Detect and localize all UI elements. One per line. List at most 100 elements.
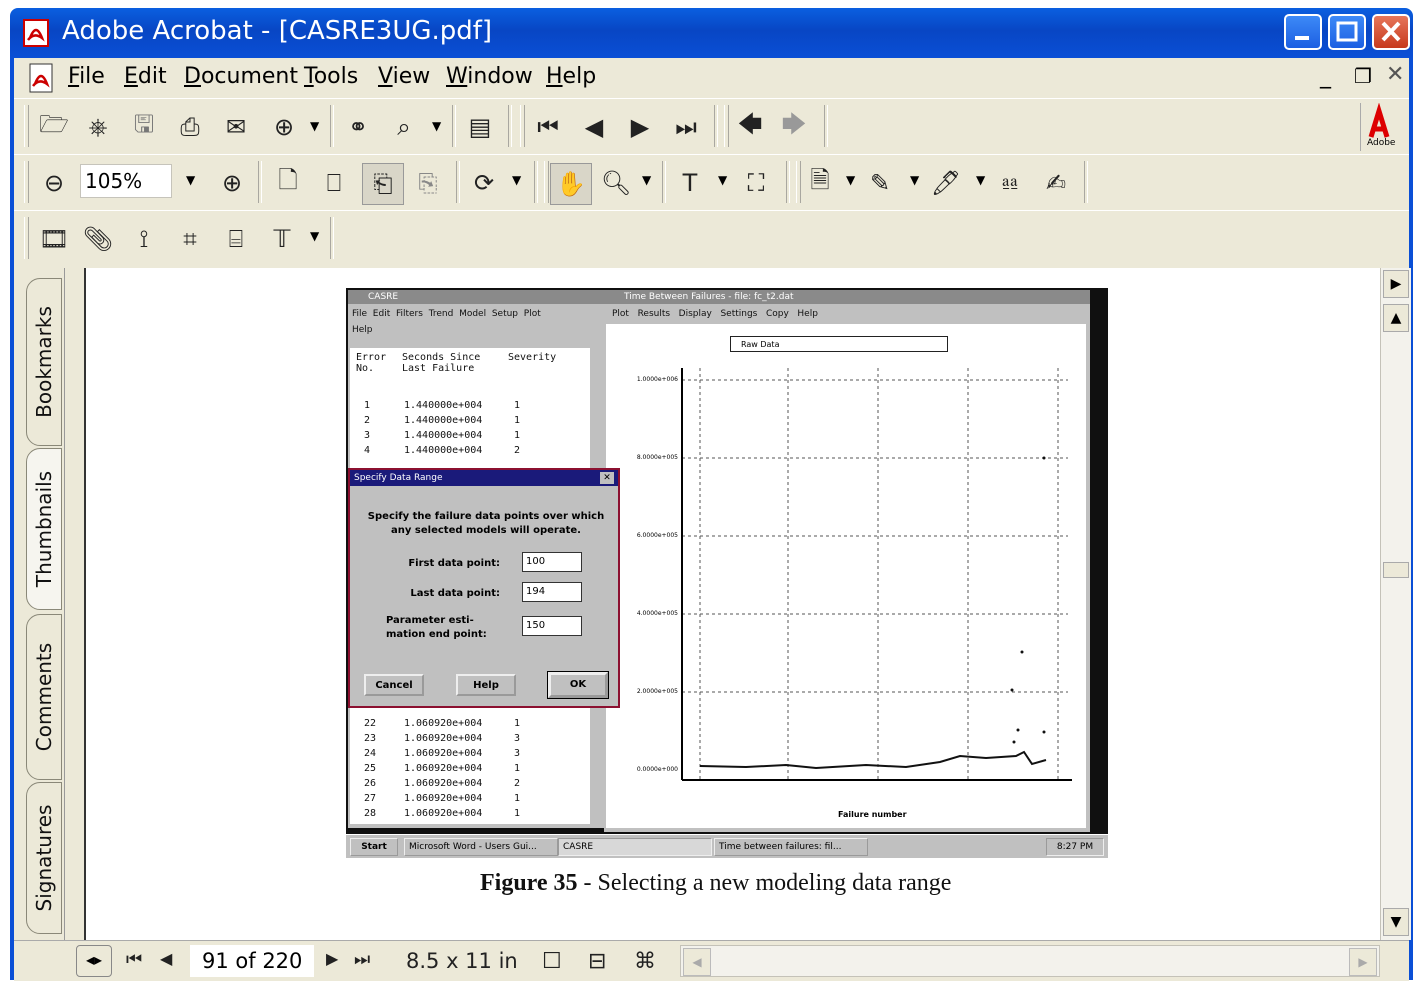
rotate-icon[interactable]: ⟳ [464, 163, 504, 203]
scroll-thumb[interactable] [1383, 562, 1409, 578]
zoom-tool-dropdown-icon[interactable]: ▼ [642, 173, 651, 187]
highlight-tool-icon[interactable]: 🖊 [926, 163, 966, 203]
scroll-down-icon[interactable]: ▼ [1383, 908, 1409, 936]
ok-button[interactable]: OK [547, 671, 609, 699]
last-data-point-input[interactable]: 194 [522, 582, 582, 602]
go-back-icon[interactable]: 🡄 [730, 107, 770, 147]
zoom-input[interactable]: 105% [80, 164, 172, 198]
scroll-right-icon[interactable]: ▶ [1349, 948, 1377, 976]
find-icon[interactable]: ⚭ [338, 107, 378, 147]
first-data-point-input[interactable]: 100 [522, 552, 582, 572]
taskbar-item[interactable]: CASRE [558, 838, 712, 856]
link-tool-icon[interactable]: ⟟ [124, 219, 164, 259]
menu-document[interactable]: Document [184, 64, 298, 89]
vertical-scrollbar[interactable]: ▶ ▲ ▼ [1380, 268, 1411, 940]
zoom-dropdown-icon[interactable]: ▼ [186, 173, 195, 187]
help-button[interactable]: Help [456, 674, 516, 696]
taskbar-item[interactable]: Microsoft Word - Users Gui... [404, 838, 558, 856]
pencil-tool-icon[interactable]: ✎ [860, 163, 900, 203]
menu-file[interactable]: File [68, 64, 105, 89]
document-icon[interactable] [26, 62, 58, 98]
form-tool-icon[interactable]: ⌸ [216, 219, 256, 259]
scroll-left-icon[interactable]: ◀ [683, 948, 711, 976]
taskbar-item[interactable]: Time between failures: fil... [714, 838, 868, 856]
param-end-point-label: Parameter esti-mation end point: [386, 615, 487, 640]
continuous-icon[interactable]: ⊟ [588, 949, 606, 974]
doc-restore-button[interactable]: ❐ [1354, 64, 1372, 88]
doc-close-button[interactable]: ✕ [1386, 62, 1404, 87]
toolbar-grip[interactable] [24, 105, 29, 147]
close-button[interactable] [1372, 14, 1410, 50]
navpane-toggle-icon[interactable]: ◂▸ [76, 945, 112, 977]
actual-size-icon[interactable]: 🗋 [268, 163, 308, 203]
param-end-point-input[interactable]: 150 [522, 616, 582, 636]
first-page-icon[interactable]: ⏮ [528, 107, 568, 147]
menu-help[interactable]: Help [546, 64, 596, 89]
single-page-icon[interactable]: ☐ [542, 949, 562, 974]
acrobat-app-icon[interactable] [22, 18, 52, 48]
fit-visible-icon[interactable]: ⎘ [408, 163, 448, 203]
fit-page-icon[interactable]: ⎕ [314, 163, 354, 203]
tab-thumbnails[interactable]: Thumbnails [26, 448, 62, 610]
page-number-field[interactable]: 91 of 220 [190, 945, 314, 977]
scroll-up-icon[interactable]: ▲ [1383, 304, 1409, 332]
snapshot-icon[interactable]: ⛶ [736, 163, 776, 203]
spell-check-icon[interactable]: ⎂ [990, 163, 1030, 203]
search-icon[interactable]: ⌕ [384, 107, 424, 147]
adobe-logo[interactable]: Adobe [1360, 102, 1407, 151]
fit-width-icon[interactable]: ⎗ [362, 163, 404, 205]
menu-tools[interactable]: Tools [304, 64, 358, 89]
highlight-dropdown-icon[interactable]: ▼ [976, 173, 985, 187]
navpane-splitter[interactable] [64, 268, 85, 940]
go-forward-icon[interactable]: 🡆 [774, 107, 814, 147]
tab-comments[interactable]: Comments [26, 614, 62, 780]
create-pdf-dropdown-icon[interactable]: ▼ [310, 119, 319, 133]
attach-file-icon[interactable]: 📎︎ [78, 219, 118, 259]
touchup-text-icon[interactable]: 𝕋 [262, 219, 302, 259]
dialog-close-button[interactable]: ✕ [600, 472, 614, 484]
show-hide-navpane-icon[interactable]: ▤ [460, 107, 500, 147]
search-dropdown-icon[interactable]: ▼ [432, 119, 441, 133]
save-icon[interactable]: 🖫 [124, 107, 164, 147]
menu-edit[interactable]: Edit [124, 64, 167, 89]
crop-tool-icon[interactable]: ⌗ [170, 219, 210, 259]
note-tool-icon[interactable]: 🗎 [800, 163, 840, 203]
status-next-page-icon[interactable]: ▶ [326, 949, 338, 968]
tab-signatures[interactable]: Signatures [26, 782, 62, 934]
status-last-page-icon[interactable]: ⏭ [354, 949, 370, 970]
status-first-page-icon[interactable]: ⏮ [126, 949, 142, 970]
cancel-button[interactable]: Cancel [364, 674, 424, 696]
zoom-out-icon[interactable]: ⊖ [34, 163, 74, 203]
movie-tool-icon[interactable]: 🎞 [34, 219, 74, 259]
zoom-in-icon[interactable]: ⊕ [212, 163, 252, 203]
next-page-icon[interactable]: ▶ [620, 107, 660, 147]
menu-view[interactable]: View [378, 64, 430, 89]
note-dropdown-icon[interactable]: ▼ [846, 173, 855, 187]
zoom-tool-icon[interactable]: 🔍︎ [596, 163, 636, 203]
title-bar[interactable]: Adobe Acrobat - [CASRE3UG.pdf] [10, 8, 1413, 58]
tab-bookmarks[interactable]: Bookmarks [26, 278, 62, 446]
email-icon[interactable]: ✉ [216, 107, 256, 147]
print-icon[interactable]: ⎙ [170, 107, 210, 147]
horizontal-scrollbar[interactable]: ◀ ▶ [680, 945, 1380, 977]
text-select-dropdown-icon[interactable]: ▼ [718, 173, 727, 187]
previous-page-icon[interactable]: ◀ [574, 107, 614, 147]
expand-pane-icon[interactable]: ▶ [1383, 270, 1409, 298]
menu-window[interactable]: Window [446, 64, 533, 89]
pencil-dropdown-icon[interactable]: ▼ [910, 173, 919, 187]
start-button[interactable]: Start [350, 838, 398, 856]
last-page-icon[interactable]: ⏭ [666, 107, 706, 147]
maximize-button[interactable] [1328, 14, 1366, 50]
rotate-dropdown-icon[interactable]: ▼ [512, 173, 521, 187]
touchup-dropdown-icon[interactable]: ▼ [310, 229, 319, 243]
sign-icon[interactable]: ✍ [1036, 163, 1076, 203]
minimize-button[interactable] [1284, 14, 1322, 50]
hand-tool-icon[interactable]: ✋ [550, 163, 592, 205]
doc-minimize-button[interactable]: _ [1320, 64, 1331, 89]
open-icon[interactable]: 🗁 [34, 107, 74, 147]
open-web-icon[interactable]: ⎈ [78, 107, 118, 147]
status-prev-page-icon[interactable]: ◀ [160, 949, 172, 968]
text-select-icon[interactable]: T [670, 163, 710, 203]
create-pdf-icon[interactable]: ⊕ [264, 107, 304, 147]
facing-pages-icon[interactable]: ⌘ [634, 949, 656, 974]
